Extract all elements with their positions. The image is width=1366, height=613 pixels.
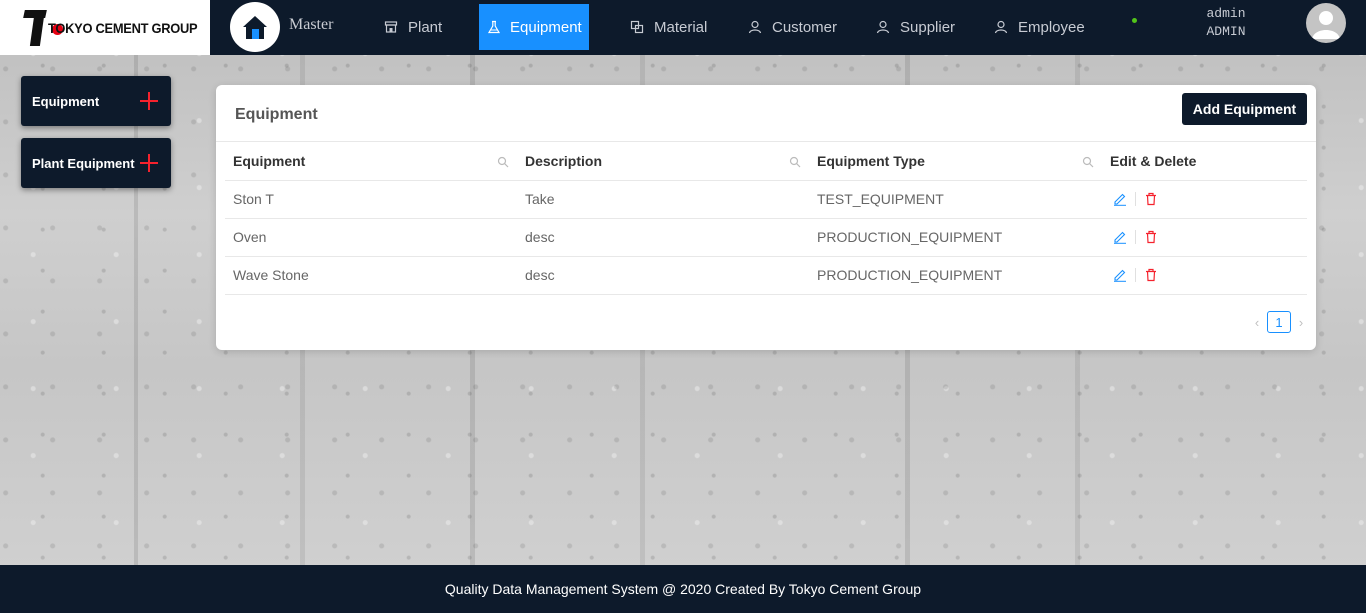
sidebar-item-label: Equipment: [32, 93, 100, 109]
plus-icon[interactable]: [139, 153, 159, 173]
action-divider: [1135, 230, 1136, 244]
nav-equipment[interactable]: Equipment: [479, 4, 589, 50]
user-info[interactable]: admin ADMIN: [1176, 5, 1276, 41]
online-status-dot: [1132, 18, 1137, 23]
house-icon: [243, 16, 267, 39]
sidebar-item-equipment[interactable]: Equipment: [21, 76, 171, 126]
nav-plant-label: Plant: [408, 18, 443, 36]
nav-employee-label: Employee: [1018, 18, 1085, 36]
table-row: Wave Stone desc PRODUCTION_EQUIPMENT: [225, 256, 1307, 295]
cell-equipment: Oven: [225, 218, 517, 257]
edit-icon[interactable]: [1112, 229, 1128, 245]
plus-icon[interactable]: [139, 91, 159, 111]
block-icon: [629, 19, 645, 35]
nav-supplier-label: Supplier: [900, 18, 956, 36]
user-icon: [747, 19, 763, 35]
shop-icon: [383, 19, 399, 35]
user-name: admin: [1206, 6, 1246, 21]
cell-description: desc: [517, 256, 809, 295]
table-row: Oven desc PRODUCTION_EQUIPMENT: [225, 218, 1307, 257]
brand-logo[interactable]: TOKYO CEMENT GROUP: [0, 0, 210, 55]
nav-material[interactable]: Material: [621, 4, 715, 50]
footer: Quality Data Management System @ 2020 Cr…: [0, 565, 1366, 613]
home-button[interactable]: [230, 2, 280, 52]
edit-icon[interactable]: [1112, 191, 1128, 207]
cell-description: desc: [517, 218, 809, 257]
nav-plant[interactable]: Plant: [375, 4, 450, 50]
avatar-user-icon: [1312, 11, 1340, 39]
cell-equipment: Ston T: [225, 180, 517, 219]
search-icon[interactable]: [789, 156, 801, 168]
prev-page-icon[interactable]: ‹: [1247, 311, 1267, 333]
action-divider: [1135, 192, 1136, 206]
card-title: Equipment: [235, 106, 318, 123]
delete-icon[interactable]: [1143, 267, 1159, 283]
edit-icon[interactable]: [1112, 267, 1128, 283]
brand-name: TOKYO CEMENT GROUP: [47, 19, 198, 36]
cell-actions: [1102, 256, 1307, 295]
top-navbar: TOKYO CEMENT GROUP Master Plant Equipmen…: [0, 0, 1366, 55]
delete-icon[interactable]: [1143, 229, 1159, 245]
avatar[interactable]: [1306, 3, 1346, 43]
column-header-equipment: Equipment: [225, 142, 517, 181]
user-role: ADMIN: [1206, 24, 1246, 39]
sidebar-item-label: Plant Equipment: [32, 155, 135, 171]
footer-text: Quality Data Management System @ 2020 Cr…: [444, 581, 922, 597]
user-icon: [993, 19, 1009, 35]
nav-equipment-label: Equipment: [510, 18, 582, 36]
column-header-description: Description: [517, 142, 809, 181]
equipment-card: Equipment Add Equipment Equipment Descri…: [216, 85, 1316, 350]
column-header-equipment-type: Equipment Type: [809, 142, 1102, 181]
next-page-icon[interactable]: ›: [1291, 311, 1311, 333]
cell-actions: [1102, 218, 1307, 257]
nav-customer[interactable]: Customer: [739, 4, 845, 50]
nav-supplier[interactable]: Supplier: [867, 4, 963, 50]
add-equipment-button[interactable]: Add Equipment: [1182, 93, 1307, 125]
page-number-current[interactable]: 1: [1267, 311, 1291, 333]
cell-type: PRODUCTION_EQUIPMENT: [809, 256, 1102, 295]
nav-employee[interactable]: Employee: [985, 4, 1093, 50]
table-row: Ston T Take TEST_EQUIPMENT: [225, 180, 1307, 219]
sidebar-item-plant-equipment[interactable]: Plant Equipment: [21, 138, 171, 188]
nav-customer-label: Customer: [772, 18, 838, 36]
brand-mark-icon: [23, 9, 63, 46]
pagination: ‹ 1 ›: [1247, 311, 1311, 333]
search-icon[interactable]: [497, 156, 509, 168]
table-header-row: Equipment Description Equipment Type Edi…: [225, 142, 1307, 181]
search-icon[interactable]: [1082, 156, 1094, 168]
column-header-edit-delete: Edit & Delete: [1102, 142, 1307, 181]
user-icon: [875, 19, 891, 35]
cell-description: Take: [517, 180, 809, 219]
action-divider: [1135, 268, 1136, 282]
cell-type: TEST_EQUIPMENT: [809, 180, 1102, 219]
equipment-table: Equipment Description Equipment Type Edi…: [225, 142, 1307, 295]
cell-equipment: Wave Stone: [225, 256, 517, 295]
cell-type: PRODUCTION_EQUIPMENT: [809, 218, 1102, 257]
nav-material-label: Material: [654, 18, 708, 36]
cell-actions: [1102, 180, 1307, 219]
beaker-icon: [487, 19, 501, 35]
master-label[interactable]: Master: [289, 16, 333, 34]
delete-icon[interactable]: [1143, 191, 1159, 207]
